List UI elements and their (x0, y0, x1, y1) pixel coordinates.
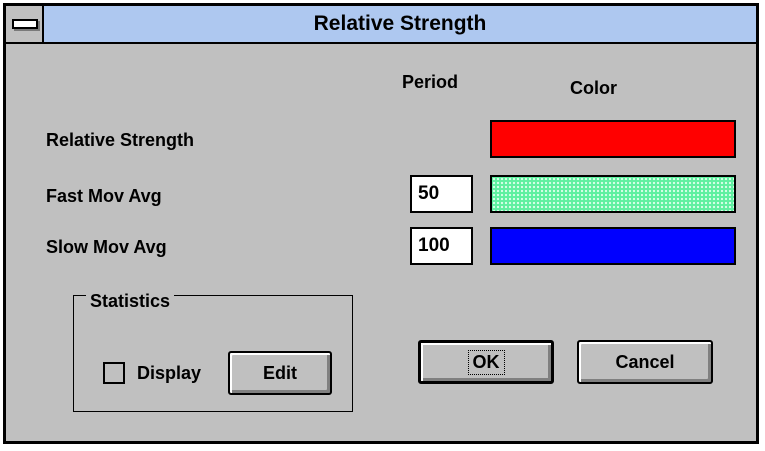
slow-mov-avg-period-input[interactable]: 100 (410, 227, 473, 265)
cancel-button[interactable]: Cancel (577, 340, 713, 384)
statistics-group-title: Statistics (86, 291, 175, 311)
display-checkbox[interactable] (103, 362, 125, 384)
fast-mov-avg-label: Fast Mov Avg (46, 186, 162, 206)
relative-strength-color-swatch[interactable] (490, 120, 736, 158)
display-checkbox-label[interactable]: Display (137, 363, 201, 384)
relative-strength-label: Relative Strength (46, 130, 195, 150)
ok-button-label: OK (467, 349, 505, 375)
relative-strength-dialog: Relative Strength Period Color Relative … (3, 3, 759, 444)
title-bar: Relative Strength (6, 6, 756, 44)
system-menu-button[interactable] (6, 6, 44, 42)
fast-mov-avg-color-swatch[interactable] (490, 175, 736, 213)
system-menu-icon (12, 19, 38, 29)
slow-mov-avg-color-swatch[interactable] (490, 227, 736, 265)
fast-mov-avg-period-input[interactable]: 50 (410, 175, 473, 213)
edit-button[interactable]: Edit (228, 351, 332, 395)
window-title: Relative Strength (313, 12, 487, 35)
ok-button[interactable]: OK (418, 340, 554, 384)
color-column-header: Color (570, 78, 617, 98)
period-column-header: Period (402, 72, 459, 92)
slow-mov-avg-label: Slow Mov Avg (46, 237, 167, 257)
